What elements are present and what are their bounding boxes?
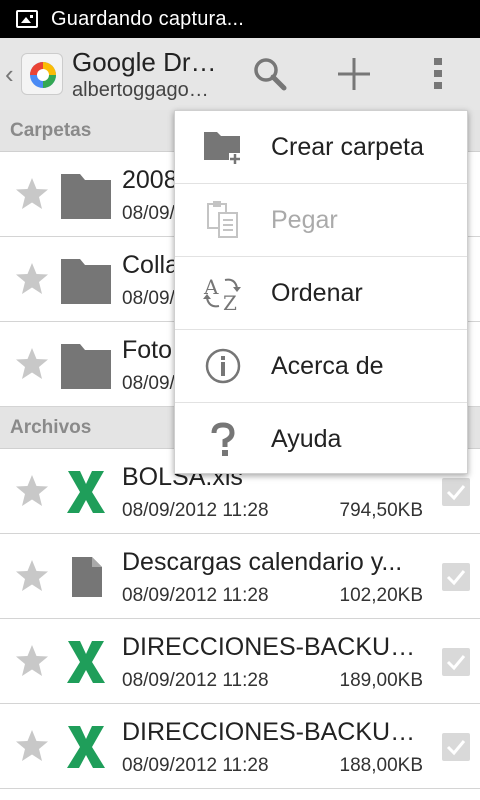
excel-icon xyxy=(67,641,105,683)
star-icon[interactable] xyxy=(14,473,50,509)
check-icon xyxy=(446,655,466,671)
search-icon xyxy=(254,58,287,91)
app-title: Google Drive xyxy=(72,46,222,77)
menu-item-create-folder[interactable]: Crear carpeta xyxy=(175,111,467,184)
menu-item-sort[interactable]: A Z Ordenar xyxy=(175,257,467,330)
select-checkbox[interactable] xyxy=(442,648,470,676)
folder-icon xyxy=(61,344,111,389)
menu-item-paste[interactable]: Pegar xyxy=(175,184,467,257)
star-icon[interactable] xyxy=(14,261,50,297)
menu-item-help[interactable]: Ayuda xyxy=(175,403,467,476)
overflow-menu-button[interactable] xyxy=(403,38,473,110)
status-bar: Guardando captura... xyxy=(0,0,480,38)
star-icon[interactable] xyxy=(14,558,50,594)
document-icon xyxy=(72,557,102,597)
svg-text:A: A xyxy=(203,275,219,299)
action-bar: ‹ Google Drive albertoggagomez xyxy=(0,38,480,110)
file-size: 102,20KB xyxy=(339,585,423,606)
star-icon[interactable] xyxy=(14,176,50,212)
file-date: 08/09/2012 11:28 xyxy=(122,585,269,606)
file-size: 794,50KB xyxy=(339,500,423,521)
select-checkbox[interactable] xyxy=(442,478,470,506)
sort-az-icon: A Z xyxy=(203,275,241,312)
menu-item-about[interactable]: Acerca de xyxy=(175,330,467,403)
google-drive-logo[interactable] xyxy=(21,53,63,95)
file-date: 08/09/2012 11:28 xyxy=(122,755,269,776)
menu-item-label: Acerca de xyxy=(271,351,384,380)
menu-item-label: Crear carpeta xyxy=(271,132,424,161)
menu-item-label: Ordenar xyxy=(271,278,363,307)
info-icon xyxy=(205,348,241,384)
file-name: Descargas calendario y... xyxy=(122,548,403,576)
file-name: DIRECCIONES-BACKUP... xyxy=(122,633,422,661)
select-checkbox[interactable] xyxy=(442,563,470,591)
search-button[interactable] xyxy=(235,38,305,110)
file-date: 08/09/2012 11:28 xyxy=(122,500,269,521)
file-row[interactable]: DIRECCIONES-BACKUP... 08/09/2012 11:28 1… xyxy=(0,704,480,789)
paste-icon xyxy=(207,201,238,238)
screenshot-icon xyxy=(16,10,38,28)
star-icon[interactable] xyxy=(14,346,50,382)
folder-icon xyxy=(61,174,111,219)
menu-item-label: Pegar xyxy=(271,205,338,234)
select-checkbox[interactable] xyxy=(442,733,470,761)
menu-item-label: Ayuda xyxy=(271,425,342,453)
new-folder-icon xyxy=(204,132,241,165)
account-subtitle: albertoggagomez xyxy=(72,78,222,101)
excel-icon xyxy=(67,726,105,768)
overflow-menu-icon xyxy=(434,58,442,89)
star-icon[interactable] xyxy=(14,728,50,764)
svg-text:Z: Z xyxy=(223,291,237,312)
check-icon xyxy=(446,740,466,756)
file-row[interactable]: DIRECCIONES-BACKUP... 08/09/2012 11:28 1… xyxy=(0,619,480,704)
folder-icon xyxy=(61,259,111,304)
plus-icon xyxy=(338,58,370,90)
file-size: 189,00KB xyxy=(339,670,423,691)
file-row[interactable]: Descargas calendario y... 08/09/2012 11:… xyxy=(0,534,480,619)
excel-icon xyxy=(67,471,105,513)
file-date: 08/09/2012 11:28 xyxy=(122,670,269,691)
check-icon xyxy=(446,485,466,501)
check-icon xyxy=(446,570,466,586)
overflow-popup-menu: Crear carpeta Pegar A Z Ordenar Acerca d… xyxy=(174,110,468,474)
back-arrow-icon[interactable]: ‹ xyxy=(5,59,19,90)
help-icon xyxy=(211,421,235,456)
add-button[interactable] xyxy=(319,38,389,110)
file-size: 188,00KB xyxy=(339,755,423,776)
file-name: DIRECCIONES-BACKUP... xyxy=(122,718,422,746)
star-icon[interactable] xyxy=(14,643,50,679)
status-notification-text: Guardando captura... xyxy=(51,7,245,30)
